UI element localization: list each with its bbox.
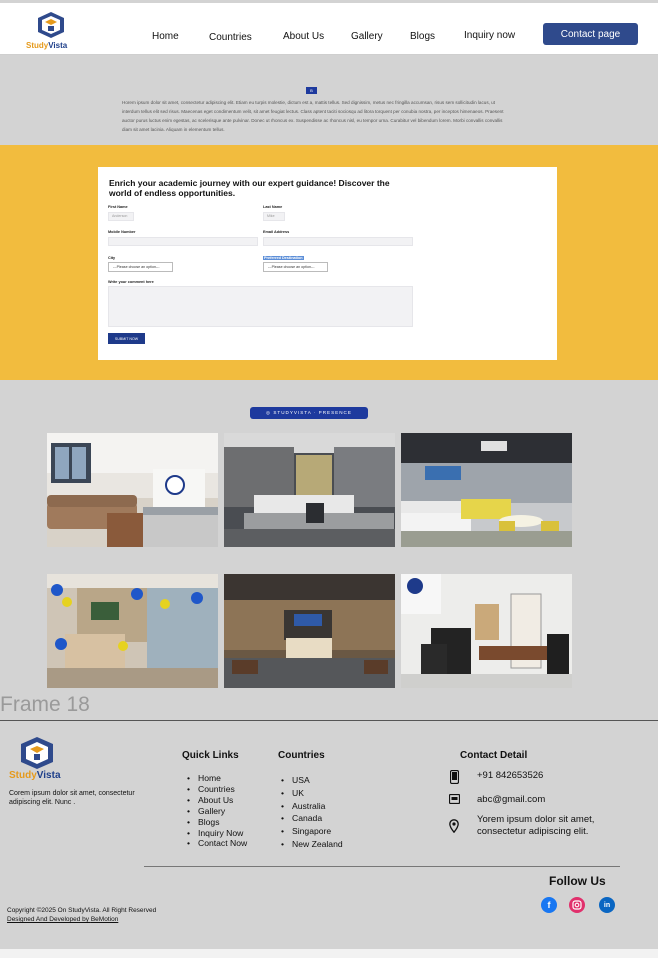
footer-logo-text: StudyVista: [9, 770, 61, 781]
contact-email[interactable]: abc@gmail.com: [477, 794, 545, 806]
comment-label: Write your comment here: [108, 280, 154, 284]
follow-us-title: Follow Us: [549, 874, 606, 888]
gallery-photo-1[interactable]: [47, 433, 218, 547]
gallery-photo-2[interactable]: [224, 433, 395, 547]
presence-badge: ◎ STUDYVISTA · PRESENCE: [250, 407, 368, 419]
comment-textarea[interactable]: [108, 286, 413, 327]
country-new-zealand[interactable]: New Zealand: [281, 838, 343, 851]
city-label: City: [108, 256, 116, 260]
page: StudyVista Home Countries About Us Galle…: [0, 0, 658, 958]
mobile-label: Mobile Number: [108, 230, 136, 234]
quick-links-title: Quick Links: [182, 750, 239, 761]
intro-text: Horem ipsum dolor sit amet, consectetur …: [122, 100, 504, 132]
intro-badge: B: [306, 87, 317, 94]
enquiry-section: Enrich your academic journey with our ex…: [0, 145, 658, 380]
quick-link-about-us[interactable]: About Us: [187, 795, 247, 806]
contact-phone-row[interactable]: +91 842653526: [448, 770, 543, 784]
gallery-photo-6[interactable]: [401, 574, 572, 688]
city-select[interactable]: ---Please choose an option---: [108, 262, 173, 272]
footer-rule: [144, 866, 620, 867]
country-australia[interactable]: Australia: [281, 800, 343, 813]
email-label: Email Address: [263, 230, 290, 234]
intro-section: B Horem ipsum dolor sit amet, consectetu…: [0, 56, 658, 144]
nav-home[interactable]: Home: [152, 31, 179, 42]
gallery-photo-4[interactable]: [47, 574, 218, 688]
quick-link-gallery[interactable]: Gallery: [187, 806, 247, 817]
nav-inquiry-now[interactable]: Inquiry now: [464, 30, 515, 41]
contact-phone[interactable]: +91 842653526: [477, 770, 543, 782]
logo-text: StudyVista: [26, 41, 68, 50]
countries-title: Countries: [278, 750, 325, 761]
quick-link-countries[interactable]: Countries: [187, 784, 247, 795]
last-name-field[interactable]: Mike: [263, 212, 285, 221]
gallery-photo-5[interactable]: [224, 574, 395, 688]
footer-about: Corem ipsum dolor sit amet, consectetur …: [9, 790, 135, 806]
bottom-bar: [0, 949, 658, 958]
copyright: Copyright ©2025 On StudyVista. All Right…: [7, 907, 157, 914]
frame-label: Frame 18: [0, 693, 90, 716]
nav-countries[interactable]: Countries: [209, 32, 252, 43]
linkedin-icon[interactable]: in: [599, 897, 615, 913]
quick-link-inquiry-now[interactable]: Inquiry Now: [187, 828, 247, 839]
contact-page-button[interactable]: Contact page: [543, 23, 638, 45]
mail-icon: [448, 794, 460, 808]
nav-about-us[interactable]: About Us: [283, 31, 324, 42]
nav-blogs[interactable]: Blogs: [410, 31, 435, 42]
contact-address-row: Yorem ipsum dolor sit amet, consectetur …: [448, 814, 617, 838]
submit-button[interactable]: SUBMIT NOW: [108, 333, 145, 344]
first-name-label: First Name: [108, 205, 128, 209]
logo-mark-icon: [38, 12, 64, 38]
developer-credit[interactable]: Designed And Developed by BeMotion: [7, 916, 118, 923]
quick-link-blogs[interactable]: Blogs: [187, 817, 247, 828]
instagram-icon[interactable]: [569, 897, 585, 913]
first-name-field[interactable]: Anderson: [108, 212, 134, 221]
nav-gallery[interactable]: Gallery: [351, 31, 383, 42]
contact-email-row[interactable]: abc@gmail.com: [448, 794, 545, 808]
countries-list: USA UK Australia Canada Singapore New Ze…: [281, 774, 343, 851]
contact-detail-title: Contact Detail: [460, 750, 528, 761]
footer-divider: [0, 720, 658, 721]
form-title: Enrich your academic journey with our ex…: [109, 178, 390, 198]
location-pin-icon: [448, 819, 460, 833]
preferred-destination-label: Preferred Destination: [263, 256, 304, 260]
footer-logo[interactable]: StudyVista: [9, 736, 69, 782]
email-field[interactable]: [263, 237, 413, 246]
quick-link-contact-now[interactable]: Contact Now: [187, 838, 247, 849]
logo[interactable]: StudyVista: [26, 11, 78, 53]
mobile-field[interactable]: [108, 237, 258, 246]
facebook-icon[interactable]: f: [541, 897, 557, 913]
enquiry-form: Enrich your academic journey with our ex…: [98, 167, 557, 360]
preferred-destination-select[interactable]: ---Please choose an option---: [263, 262, 328, 272]
last-name-label: Last Name: [263, 205, 283, 209]
gallery-photo-3[interactable]: [401, 433, 572, 547]
country-usa[interactable]: USA: [281, 774, 343, 787]
quick-links-list: Home Countries About Us Gallery Blogs In…: [187, 773, 247, 849]
phone-icon: [448, 770, 460, 784]
quick-link-home[interactable]: Home: [187, 773, 247, 784]
country-singapore[interactable]: Singapore: [281, 825, 343, 838]
country-uk[interactable]: UK: [281, 787, 343, 800]
contact-address: Yorem ipsum dolor sit amet, consectetur …: [477, 814, 595, 837]
site-header: StudyVista Home Countries About Us Galle…: [0, 3, 658, 55]
country-canada[interactable]: Canada: [281, 812, 343, 825]
